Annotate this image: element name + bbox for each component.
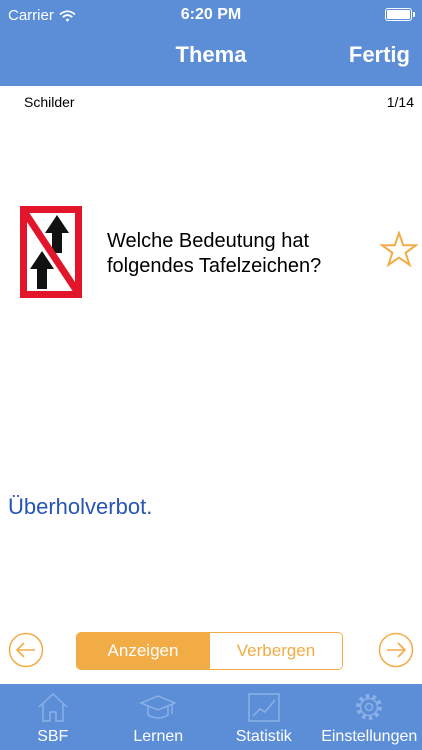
- question-counter: 1/14: [386, 94, 414, 110]
- answer-text: Überholverbot.: [8, 494, 153, 519]
- gear-icon: [356, 694, 383, 720]
- tab-label-sbf: SBF: [37, 728, 69, 745]
- previous-arrow-icon[interactable]: [8, 632, 44, 668]
- tab-label-statistik: Statistik: [235, 728, 292, 745]
- tab-label-lernen: Lernen: [133, 728, 184, 745]
- chart-icon: [248, 693, 280, 722]
- tab-lernen[interactable]: Lernen: [106, 684, 212, 750]
- header: Carrier 6:20 PM Thema Fertig: [0, 0, 422, 86]
- tab-bar: SBF Lernen Statistik Einstellungen: [0, 684, 422, 750]
- battery-icon: [385, 8, 415, 21]
- tab-sbf[interactable]: SBF: [0, 684, 106, 750]
- question-text: Welche Bedeutung hat folgendes Tafelzeic…: [107, 230, 322, 277]
- graduation-cap-icon: [139, 695, 178, 719]
- tab-label-einstellungen: Einstellungen: [321, 728, 418, 745]
- show-hide-segment: Anzeigen Verbergen: [76, 632, 343, 670]
- tab-einstellungen[interactable]: Einstellungen: [317, 684, 422, 750]
- hide-answer-button[interactable]: Verbergen: [209, 633, 342, 669]
- show-answer-button[interactable]: Anzeigen: [77, 633, 209, 669]
- no-overtaking-sign-icon: [20, 206, 82, 298]
- favorite-star-icon[interactable]: [380, 231, 418, 269]
- done-button[interactable]: Fertig: [349, 42, 410, 68]
- tab-statistik[interactable]: Statistik: [211, 684, 317, 750]
- next-arrow-icon[interactable]: [378, 632, 414, 668]
- status-time: 6:20 PM: [180, 6, 242, 23]
- topic-label: Schilder: [24, 94, 75, 110]
- home-icon: [38, 692, 68, 722]
